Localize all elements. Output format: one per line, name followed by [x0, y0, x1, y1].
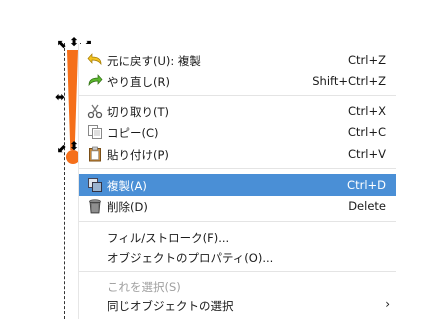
submenu-arrow-icon: ›: [385, 297, 390, 311]
menu-item-object-properties[interactable]: オブジェクトのプロパティ(O)...: [79, 246, 396, 268]
menu-item-shortcut: Ctrl+C: [347, 125, 386, 139]
menu-item-label: これを選択(S): [107, 280, 181, 294]
menu-separator: [79, 95, 396, 96]
menu-item-label: 削除(D): [107, 200, 148, 214]
paste-icon: [87, 146, 103, 162]
menu-item-label: やり直し(R): [107, 75, 170, 89]
menu-item-label: 同じオブジェクトの選択: [107, 299, 234, 313]
menu-item-shortcut: Ctrl+D: [347, 178, 386, 192]
menu-separator: [79, 221, 396, 222]
resize-handle-left-icon[interactable]: ⬌: [55, 91, 65, 103]
menu-item-label: フィル/ストローク(F)...: [107, 231, 230, 245]
menu-item-shortcut: Ctrl+X: [348, 104, 386, 118]
menu-item-duplicate[interactable]: 複製(A) Ctrl+D: [79, 174, 396, 196]
menu-item-label: 元に戻す(U): 複製: [107, 54, 201, 68]
resize-handle-bottom-left-icon[interactable]: ⬋: [57, 142, 67, 154]
menu-item-fill-stroke[interactable]: フィル/ストローク(F)...: [79, 226, 396, 248]
menu-item-label: 複製(A): [107, 179, 147, 193]
menu-item-undo[interactable]: 元に戻す(U): 複製 Ctrl+Z: [79, 49, 396, 71]
menu-separator: [79, 271, 396, 272]
menu-item-shortcut: Ctrl+Z: [348, 53, 386, 67]
redo-icon: [87, 73, 103, 89]
menu-item-label: オブジェクトのプロパティ(O)...: [107, 251, 274, 265]
copy-icon: [87, 124, 103, 140]
menu-item-label: 切り取り(T): [107, 105, 169, 119]
menu-item-delete[interactable]: 削除(D) Delete: [79, 195, 396, 217]
menu-item-shortcut: Shift+Ctrl+Z: [312, 74, 386, 88]
context-menu: 元に戻す(U): 複製 Ctrl+Z やり直し(R) Shift+Ctrl+Z …: [78, 44, 396, 319]
menu-item-select-same[interactable]: 同じオブジェクトの選択 ›: [79, 294, 396, 316]
delete-icon: [87, 198, 103, 214]
undo-icon: [87, 52, 103, 68]
menu-item-shortcut: Ctrl+V: [348, 147, 386, 161]
resize-handle-top-left-icon[interactable]: ⬉: [57, 38, 67, 50]
menu-item-shortcut: Delete: [348, 199, 386, 213]
menu-item-copy[interactable]: コピー(C) Ctrl+C: [79, 121, 396, 143]
menu-item-redo[interactable]: やり直し(R) Shift+Ctrl+Z: [79, 70, 396, 92]
menu-item-cut[interactable]: 切り取り(T) Ctrl+X: [79, 100, 396, 122]
menu-item-label: コピー(C): [107, 126, 159, 140]
menu-item-label: 貼り付け(P): [107, 148, 169, 162]
menu-item-paste[interactable]: 貼り付け(P) Ctrl+V: [79, 143, 396, 165]
duplicate-icon: [87, 177, 103, 193]
cut-icon: [87, 103, 103, 119]
menu-separator: [79, 168, 396, 169]
